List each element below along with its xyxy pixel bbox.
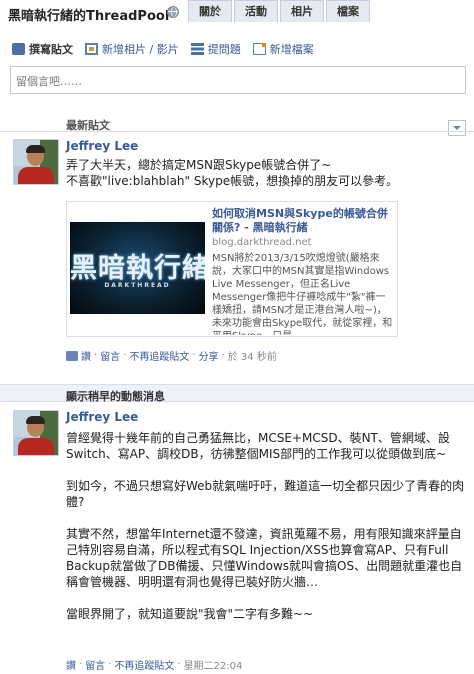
tab-photos[interactable]: 相片 [280, 0, 324, 22]
separator: · [94, 350, 98, 361]
page-header: 黑暗執行緒的ThreadPool 關於 活動 相片 檔案 [0, 0, 474, 26]
post-input[interactable]: 留個言吧…… [10, 66, 466, 94]
separator: · [221, 350, 225, 361]
write-post-label: 撰寫貼文 [29, 43, 73, 56]
tab-about[interactable]: 關於 [188, 0, 232, 22]
globe-icon [167, 6, 179, 18]
ask-question-label: 提問題 [207, 43, 241, 56]
attachment-title[interactable]: 如何取消MSN與Skype的帳號合併關係? - 黑暗執行緒 [212, 207, 392, 235]
separator: · [177, 659, 181, 670]
older-stories-bar[interactable]: 顯示稍早的動態消息 [0, 384, 474, 404]
separator: · [192, 350, 196, 361]
write-post-button[interactable]: 撰寫貼文 [12, 41, 73, 57]
thumbnail-logo-text: 黑暗執行緒 [70, 253, 205, 284]
avatar[interactable] [13, 410, 59, 456]
add-file-label: 新增檔案 [269, 43, 314, 56]
like-icon [66, 350, 78, 361]
separator: · [79, 659, 83, 670]
unfollow-post-button[interactable]: 不再追蹤貼文 [129, 348, 189, 363]
composer-actions: 撰寫貼文 新增相片 / 影片 提問題 新增檔案 [12, 40, 326, 58]
add-file-button[interactable]: 新增檔案 [252, 41, 314, 57]
comment-button[interactable]: 留言 [85, 657, 105, 672]
composer: 撰寫貼文 新增相片 / 影片 提問題 新增檔案 留個言吧…… [0, 40, 474, 98]
thumbnail-logo-subtitle: DARKTHREAD [104, 282, 171, 289]
attachment-description: MSN將於2013/3/15吹熄燈號(嚴格來說，大家口中的MSN其實是指Wind… [212, 253, 393, 335]
document-icon [252, 43, 266, 55]
unfollow-post-button[interactable]: 不再追蹤貼文 [114, 657, 174, 672]
add-photo-video-button[interactable]: 新增相片 / 影片 [85, 41, 179, 57]
separator: · [123, 350, 127, 361]
separator: · [108, 659, 112, 670]
like-button[interactable]: 讚 [81, 348, 91, 363]
post-author[interactable]: Jeffrey Lee [66, 139, 138, 153]
sort-dropdown-chevron-icon[interactable] [448, 120, 466, 136]
section-divider [0, 131, 474, 132]
older-stories-label[interactable]: 顯示稍早的動態消息 [66, 388, 165, 404]
photo-icon [85, 43, 98, 55]
post-timestamp[interactable]: 於 34 秒前 [228, 348, 277, 363]
question-icon [190, 43, 204, 55]
page-tabs: 關於 活動 相片 檔案 [188, 0, 372, 22]
ask-question-button[interactable]: 提問題 [190, 41, 241, 57]
attachment-domain: blog.darkthread.net [212, 237, 312, 248]
post-actions: 讚 · 留言 · 不再追蹤貼文 · 星期二22:04 [66, 657, 242, 672]
status-icon [12, 43, 25, 55]
tab-events[interactable]: 活動 [234, 0, 278, 22]
page-title[interactable]: 黑暗執行緒的ThreadPool [8, 5, 169, 24]
post-author[interactable]: Jeffrey Lee [66, 410, 138, 424]
post-actions: 讚 · 留言 · 不再追蹤貼文 · 分享 · 於 34 秒前 [66, 348, 277, 363]
comment-button[interactable]: 留言 [100, 348, 120, 363]
like-button[interactable]: 讚 [66, 657, 76, 672]
tab-files[interactable]: 檔案 [326, 0, 370, 22]
add-photo-video-label: 新增相片 / 影片 [102, 43, 179, 56]
avatar[interactable] [13, 139, 59, 185]
share-button[interactable]: 分享 [199, 348, 219, 363]
link-attachment[interactable]: 黑暗執行緒 DARKTHREAD 如何取消MSN與Skype的帳號合併關係? -… [66, 201, 398, 337]
post-text: 弄了大半天，總於搞定MSN跟Skype帳號合併了~ 不喜歡"live:blahb… [66, 158, 399, 188]
post-timestamp[interactable]: 星期二22:04 [184, 657, 243, 672]
post-text: 曾經覺得十幾年前的自己勇猛無比，MCSE+MCSD、裝NT、管網域、設Switc… [66, 431, 465, 621]
attachment-thumbnail[interactable]: 黑暗執行緒 DARKTHREAD [70, 222, 205, 314]
